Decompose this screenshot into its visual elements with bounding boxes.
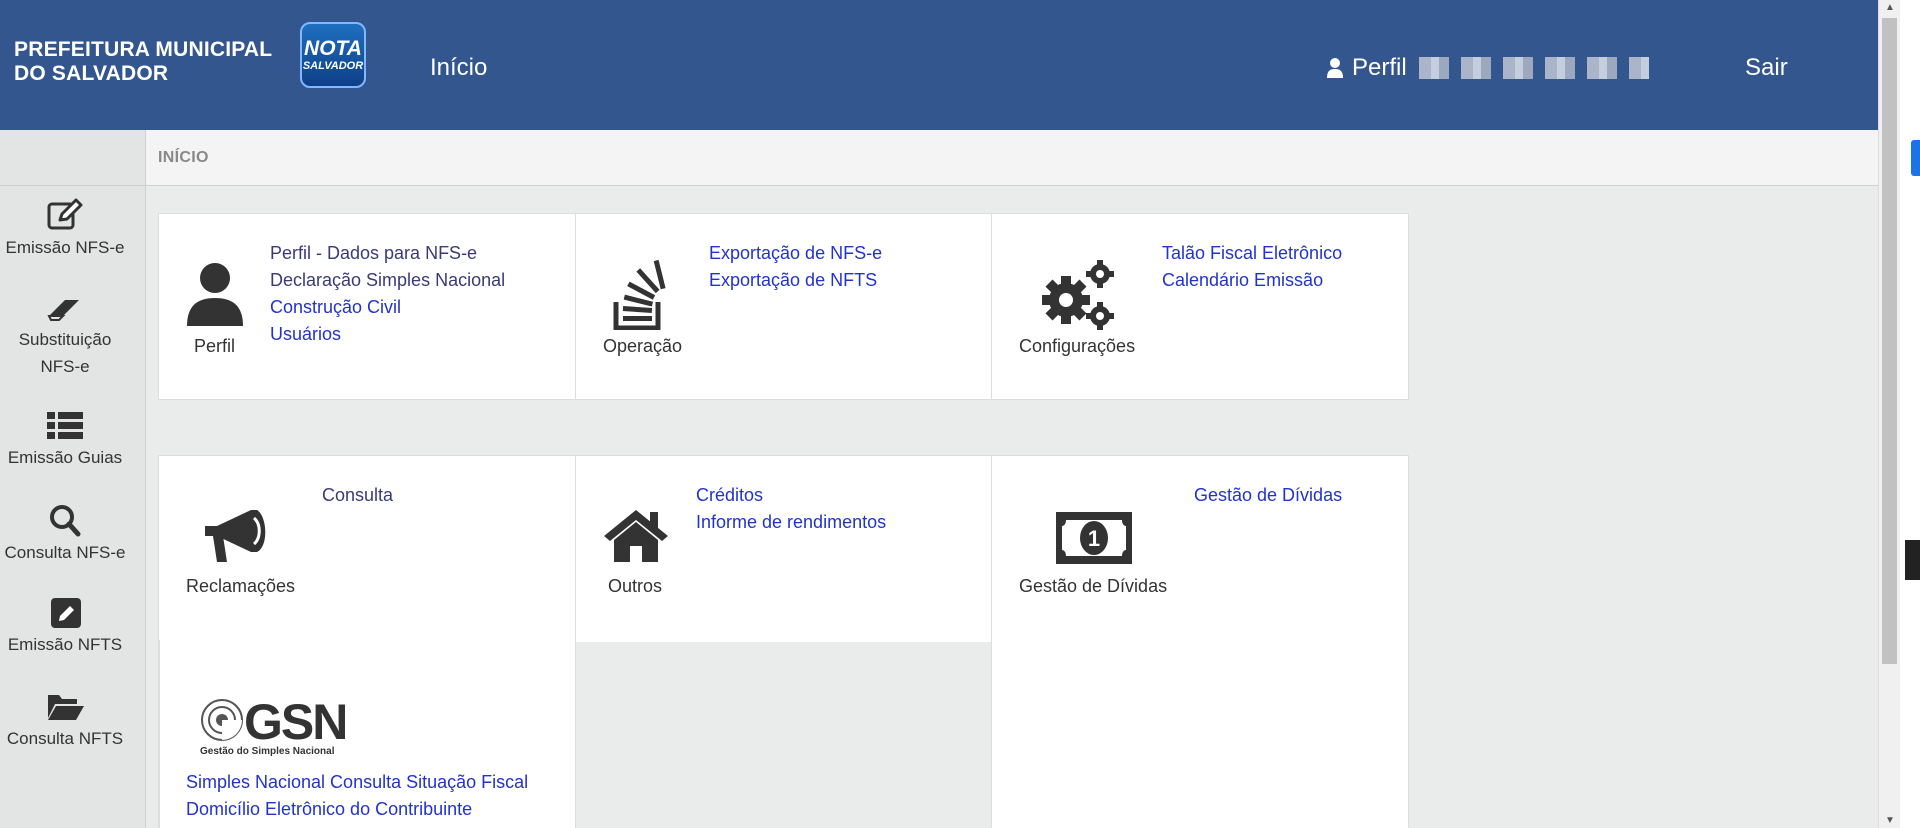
- eraser-icon: [47, 300, 79, 321]
- card-title-outros: Outros: [608, 576, 663, 596]
- brand-title: PREFEITURA MUNICIPAL DO SALVADOR: [14, 38, 272, 86]
- link-calendario-emissao[interactable]: Calendário Emissão: [1162, 267, 1323, 294]
- gsn-logo[interactable]: GSN Gestão do Simples Nacional: [200, 696, 360, 758]
- card-operacao: Operação Exportação de NFS-e Exportação …: [575, 213, 993, 400]
- pencil-square-icon: [51, 598, 81, 628]
- brand-line-1: PREFEITURA MUNICIPAL: [14, 38, 273, 61]
- scroll-down-arrow-icon[interactable]: ▼: [1885, 815, 1895, 826]
- link-talao-fiscal[interactable]: Talão Fiscal Eletrônico: [1162, 240, 1342, 267]
- top-header: PREFEITURA MUNICIPAL DO SALVADOR NOTA SA…: [0, 0, 1878, 130]
- user-icon: [1327, 58, 1343, 78]
- card-outros: Outros Créditos Informe de rendimentos: [575, 455, 993, 642]
- sidebar-item-label: Consulta NFS-e: [4, 543, 126, 562]
- sidebar-item-substituicao-nfse[interactable]: Substituição NFS-e: [0, 294, 130, 380]
- card-title-operacao: Operação: [603, 336, 683, 356]
- link-gestao-dividas[interactable]: Gestão de Dívidas: [1194, 482, 1342, 509]
- user-icon: [187, 263, 243, 326]
- sidebar-item-label: Substituição NFS-e: [18, 330, 112, 376]
- nav-inicio-link[interactable]: Início: [430, 54, 487, 82]
- card-title-perfil: Perfil: [194, 336, 236, 356]
- breadcrumb-bar: INÍCIO: [146, 130, 1878, 186]
- card-title-configuracoes: Configurações: [1019, 336, 1136, 356]
- list-icon: [47, 412, 83, 439]
- breadcrumb: INÍCIO: [158, 149, 209, 166]
- card-title-reclamacoes: Reclamações: [186, 576, 296, 596]
- link-perfil-dados[interactable]: Perfil - Dados para NFS-e: [270, 240, 477, 267]
- side-panel-tab[interactable]: [1911, 140, 1920, 176]
- sidebar-item-label: Emissão Guias: [7, 448, 123, 467]
- perfil-menu[interactable]: Perfil: [1326, 54, 1649, 82]
- link-construcao-civil[interactable]: Construção Civil: [270, 294, 401, 321]
- link-exportacao-nfts[interactable]: Exportação de NFTS: [709, 267, 877, 294]
- sidebar-item-emissao-guias[interactable]: Emissão Guias: [0, 410, 130, 471]
- link-usuarios[interactable]: Usuários: [270, 321, 341, 348]
- scrollbar-thumb[interactable]: [1882, 18, 1897, 664]
- link-exportacao-nfse[interactable]: Exportação de NFS-e: [709, 240, 882, 267]
- vertical-scrollbar[interactable]: ▲ ▼: [1878, 0, 1900, 828]
- redacted-username: [1418, 57, 1649, 79]
- sidebar-item-emissao-nfse[interactable]: Emissão NFS-e: [0, 198, 130, 261]
- link-declaracao-simples[interactable]: Declaração Simples Nacional: [270, 267, 505, 294]
- svg-text:1: 1: [1088, 526, 1100, 551]
- sidebar-header: [0, 130, 145, 186]
- search-icon: [50, 505, 81, 537]
- megaphone-icon: [205, 510, 266, 562]
- link-informe-rendimentos[interactable]: Informe de rendimentos: [696, 509, 886, 536]
- link-domicilio-eletronico[interactable]: Domicílio Eletrônico do Contribuinte: [186, 796, 472, 823]
- gears-icon: [1042, 260, 1114, 330]
- scroll-up-arrow-icon[interactable]: ▲: [1885, 2, 1895, 13]
- brand-line-2: DO SALVADOR: [14, 62, 169, 85]
- gsn-logo-caption: Gestão do Simples Nacional: [200, 746, 335, 757]
- sair-link[interactable]: Sair: [1745, 54, 1788, 82]
- money-bill-icon: 1: [1056, 512, 1132, 564]
- card-title-gestao-dividas: Gestão de Dívidas: [1019, 576, 1168, 596]
- sidebar-item-emissao-nfts[interactable]: Emissão NFTS: [0, 597, 130, 658]
- gsn-target-icon: [201, 699, 243, 741]
- sidebar-item-label: Emissão NFS-e: [5, 238, 125, 257]
- perfil-label: Perfil: [1352, 54, 1407, 81]
- sidebar-item-label: Emissão NFTS: [7, 635, 123, 654]
- stack-overflow-icon: [613, 259, 666, 330]
- edit-icon: [47, 198, 83, 230]
- link-creditos[interactable]: Créditos: [696, 482, 763, 509]
- logo-text-nota: NOTA: [304, 36, 362, 60]
- card-perfil: Perfil Perfil - Dados para NFS-e Declara…: [158, 213, 576, 400]
- sidebar-item-label: Consulta NFTS: [6, 729, 124, 748]
- card-gsn: GSN Gestão do Simples Nacional Simples N…: [159, 640, 576, 828]
- logo-text-salvador: SALVADOR: [302, 59, 364, 72]
- folder-open-icon: [48, 695, 84, 720]
- gsn-logo-text: GSN: [244, 694, 348, 750]
- window-edge: [1900, 0, 1920, 828]
- sidebar-item-consulta-nfse[interactable]: Consulta NFS-e: [0, 503, 130, 566]
- card-configuracoes: Configurações Talão Fiscal Eletrônico Ca…: [991, 213, 1409, 400]
- side-panel-handle[interactable]: [1905, 540, 1920, 580]
- sidebar-item-consulta-nfts[interactable]: Consulta NFTS: [0, 691, 130, 752]
- link-simples-consulta-situacao[interactable]: Simples Nacional Consulta Situação Fisca…: [186, 769, 528, 796]
- nota-salvador-logo[interactable]: NOTA SALVADOR: [300, 22, 368, 104]
- card-gestao-dividas: 1 Gestão de Dívidas Gestão de Dívidas: [991, 455, 1409, 828]
- home-icon: [604, 510, 668, 562]
- link-consulta-reclamacoes[interactable]: Consulta: [322, 482, 393, 509]
